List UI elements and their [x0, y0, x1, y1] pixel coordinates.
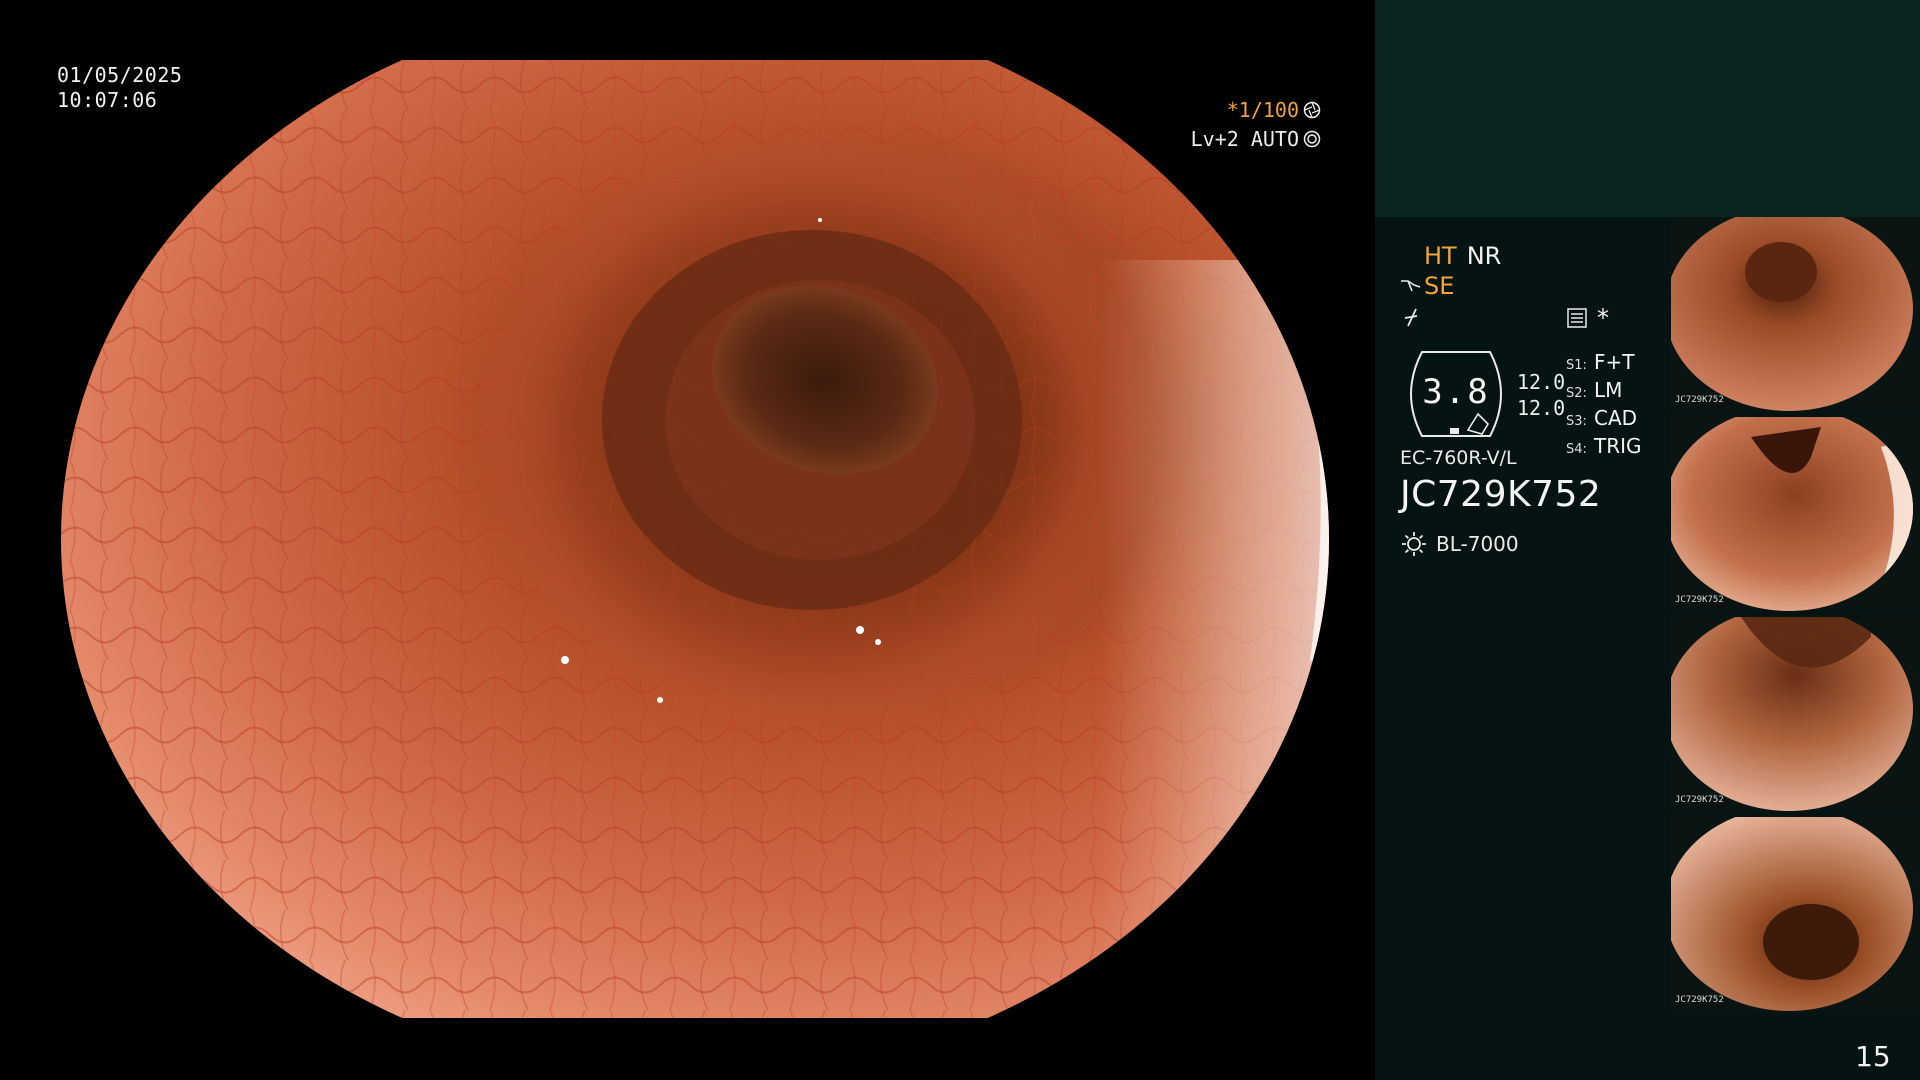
- scope-tip-icon: [1401, 280, 1421, 292]
- menu-icon: [1567, 308, 1587, 328]
- switch-key: S3:: [1566, 414, 1587, 429]
- brightness-level-value: Lv+2 AUTO: [1190, 127, 1299, 151]
- page-number: 15: [1855, 1040, 1891, 1073]
- switch-value: CAD: [1594, 406, 1638, 430]
- endoscopy-screen: 01/05/2025 10:07:06 *1/100 Lv+2 AUTO HT …: [0, 0, 1920, 1080]
- scope-serial: JC729K752: [1400, 474, 1602, 515]
- thumbnail-serial: JC729K752: [1675, 795, 1724, 805]
- date-readout: 01/05/2025: [57, 63, 183, 87]
- asterisk-indicator: *: [1597, 304, 1609, 332]
- thumbnail-image: [1671, 217, 1920, 411]
- light-source-model: BL-7000: [1436, 532, 1519, 556]
- image-mode-row: HT NR: [1424, 242, 1501, 270]
- captured-thumbnail[interactable]: JC729K752: [1671, 217, 1920, 411]
- switch-value: LM: [1594, 378, 1623, 402]
- ring-icon: [1303, 130, 1321, 148]
- scope-model: EC-760R-V/L: [1400, 447, 1517, 469]
- switch-key: S1:: [1566, 358, 1587, 373]
- main-endoscope-view: 01/05/2025 10:07:06 *1/100 Lv+2 AUTO: [0, 0, 1375, 1080]
- shutter-speed-indicator: *1/100: [1227, 98, 1321, 122]
- scope-switch-list: S1: F+T S2: LM S3: CAD S4: TRIG: [1566, 350, 1642, 462]
- switch-key: S4:: [1566, 442, 1587, 457]
- aperture-icon: [1303, 101, 1321, 119]
- gauge-reading-2: 12.0: [1517, 396, 1566, 420]
- switch-item: S2: LM: [1566, 378, 1642, 406]
- switch-item: S1: F+T: [1566, 350, 1642, 378]
- ht-label: HT: [1424, 242, 1457, 270]
- gauge-reading-1: 12.0: [1517, 370, 1566, 394]
- se-label: SE: [1424, 272, 1455, 300]
- brightness-level-indicator: Lv+2 AUTO: [1191, 127, 1321, 151]
- time-readout: 10:07:06: [57, 88, 158, 112]
- nr-label: NR: [1466, 242, 1502, 270]
- structure-enhancement-row: SE: [1400, 272, 1454, 300]
- captured-thumbnail[interactable]: JC729K752: [1671, 417, 1920, 611]
- switch-value: F+T: [1594, 350, 1635, 374]
- endoscope-image: [61, 60, 1329, 1018]
- thumbnail-image: [1671, 617, 1920, 811]
- thumbnail-image: [1671, 417, 1920, 611]
- thumbnail-serial: JC729K752: [1675, 595, 1724, 605]
- switch-key: S2:: [1566, 386, 1587, 401]
- switch-value: TRIG: [1594, 434, 1642, 458]
- switch-item: S4: TRIG: [1566, 434, 1642, 462]
- thumbnail-image: [1671, 817, 1920, 1011]
- captured-thumbnail[interactable]: JC729K752: [1671, 617, 1920, 811]
- panel-header-area: [1375, 0, 1920, 217]
- zoom-gauge-value: 3.8: [1422, 372, 1490, 412]
- thumbnail-serial: JC729K752: [1675, 995, 1724, 1005]
- thumbnail-serial: JC729K752: [1675, 395, 1724, 405]
- light-source-icon: [1402, 532, 1426, 556]
- captured-thumbnail[interactable]: JC729K752: [1671, 817, 1920, 1011]
- light-source-row: BL-7000: [1400, 530, 1519, 558]
- freeze-icon: [1404, 308, 1418, 327]
- switch-item: S3: CAD: [1566, 406, 1642, 434]
- shutter-speed-value: *1/100: [1226, 98, 1299, 122]
